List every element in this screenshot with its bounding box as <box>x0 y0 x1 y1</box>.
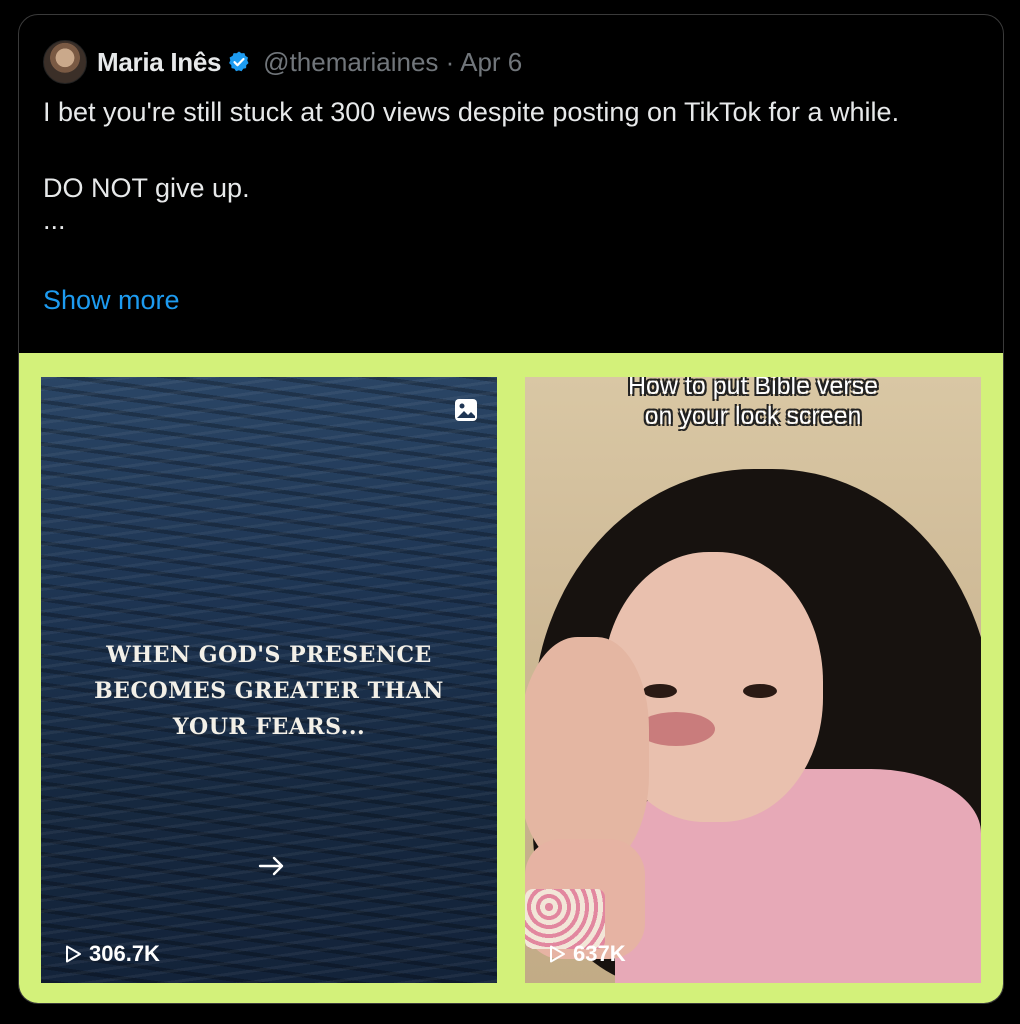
view-count-text: 637K <box>573 941 626 966</box>
overlay-line: WHEN GOD'S PRESENCE <box>106 642 432 668</box>
tweet-text: I bet you're still stuck at 300 views de… <box>43 93 963 235</box>
tweet-text-line: DO NOT give up. <box>43 173 250 203</box>
media-thumbnail-1[interactable]: WHEN GOD'S PRESENCE BECOMES GREATER THAN… <box>41 377 497 983</box>
avatar[interactable] <box>43 40 87 84</box>
overlay-quote: WHEN GOD'S PRESENCE BECOMES GREATER THAN… <box>41 637 497 745</box>
wristband-shape <box>525 889 605 949</box>
view-count: 637K <box>547 941 626 967</box>
author-name[interactable]: Maria Inês <box>97 47 221 78</box>
tweet-text-line: ... <box>43 205 66 235</box>
eye-shape <box>743 684 777 698</box>
video-caption: How to put Bible verse on your lock scre… <box>525 377 981 431</box>
multi-image-icon <box>455 399 477 421</box>
media-grid: WHEN GOD'S PRESENCE BECOMES GREATER THAN… <box>19 353 1003 1003</box>
hand-shape <box>525 637 649 867</box>
view-count-text: 306.7K <box>89 941 160 966</box>
verified-badge-icon <box>227 50 251 74</box>
overlay-line: BECOMES GREATER THAN <box>94 678 444 704</box>
media-thumbnail-2[interactable]: How to put Bible verse on your lock scre… <box>525 377 981 983</box>
arrow-right-icon <box>258 856 284 876</box>
separator: · <box>445 46 455 77</box>
show-more-link[interactable]: Show more <box>43 285 180 316</box>
tweet-date[interactable]: Apr 6 <box>460 47 522 77</box>
tweet-header: Maria Inês @themariaines · Apr 6 <box>43 40 522 84</box>
handle-text[interactable]: @themariaines <box>263 47 438 77</box>
overlay-line: YOUR FEARS... <box>172 714 366 740</box>
caption-line: on your lock screen <box>644 402 862 430</box>
play-icon <box>66 945 81 963</box>
tweet-text-line: I bet you're still stuck at 300 views de… <box>43 97 900 127</box>
tweet-card[interactable]: Maria Inês @themariaines · Apr 6 I bet y… <box>18 14 1004 1004</box>
caption-line: How to put Bible verse <box>627 377 879 400</box>
eye-shape <box>643 684 677 698</box>
view-count: 306.7K <box>63 941 160 967</box>
play-icon <box>550 945 565 963</box>
author-handle[interactable]: @themariaines · Apr 6 <box>263 47 522 78</box>
